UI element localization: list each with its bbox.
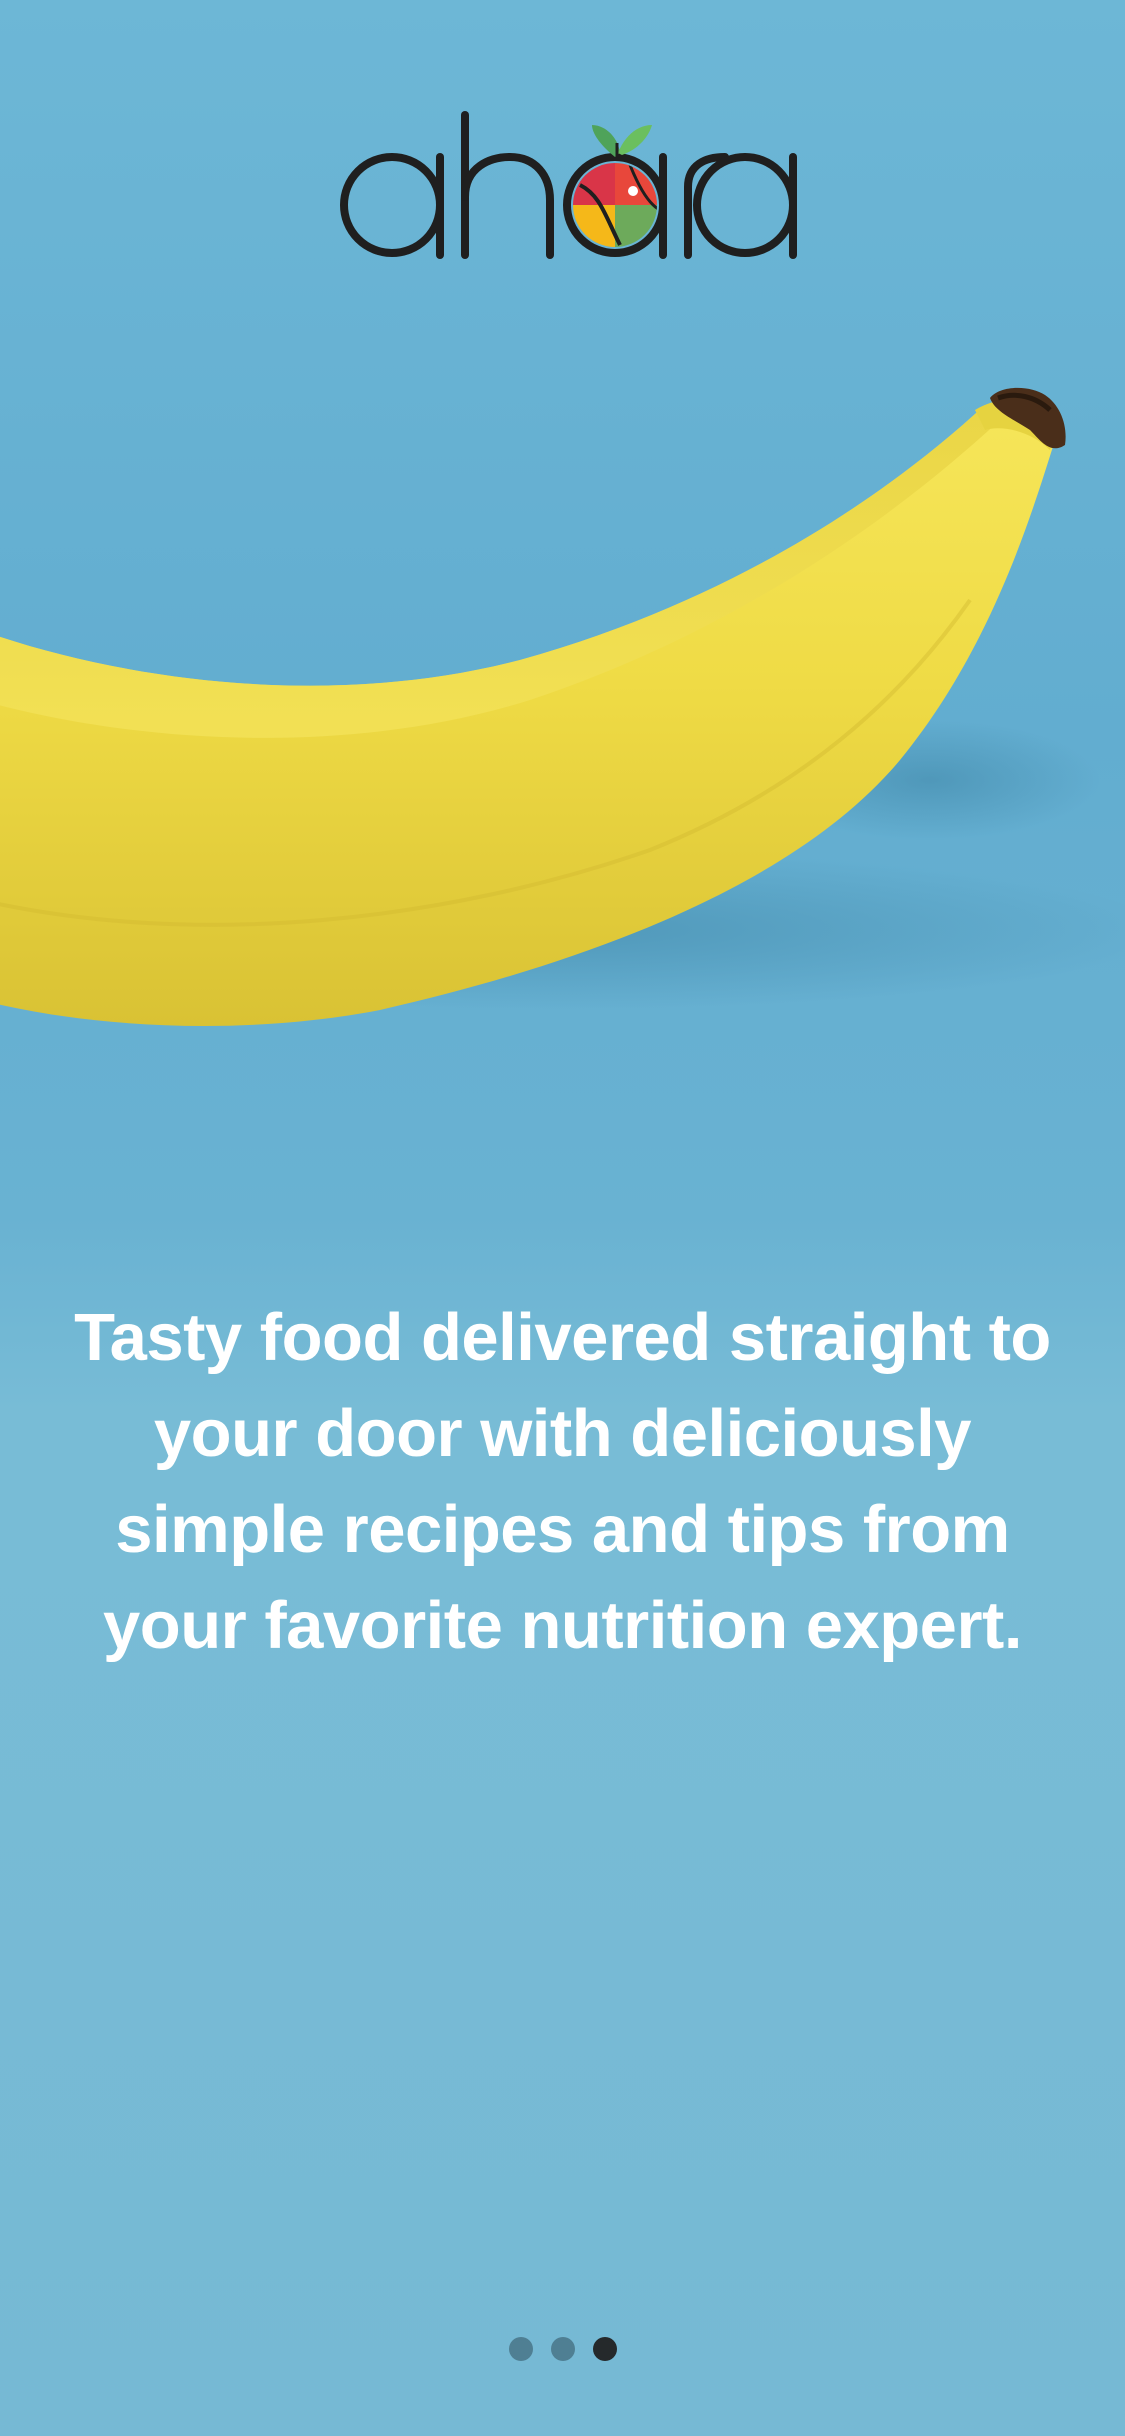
leaf-icon bbox=[592, 125, 652, 157]
page-dot-1[interactable] bbox=[508, 2337, 533, 2361]
page-indicator[interactable] bbox=[0, 2334, 1125, 2364]
onboarding-screen: Tasty food delivered straight to your do… bbox=[0, 0, 1125, 2436]
page-dot-2[interactable] bbox=[550, 2337, 575, 2361]
page-dot-3-active[interactable] bbox=[592, 2337, 617, 2361]
onboarding-caption: Tasty food delivered straight to your do… bbox=[74, 1300, 1051, 1663]
ahara-logo bbox=[330, 95, 800, 265]
